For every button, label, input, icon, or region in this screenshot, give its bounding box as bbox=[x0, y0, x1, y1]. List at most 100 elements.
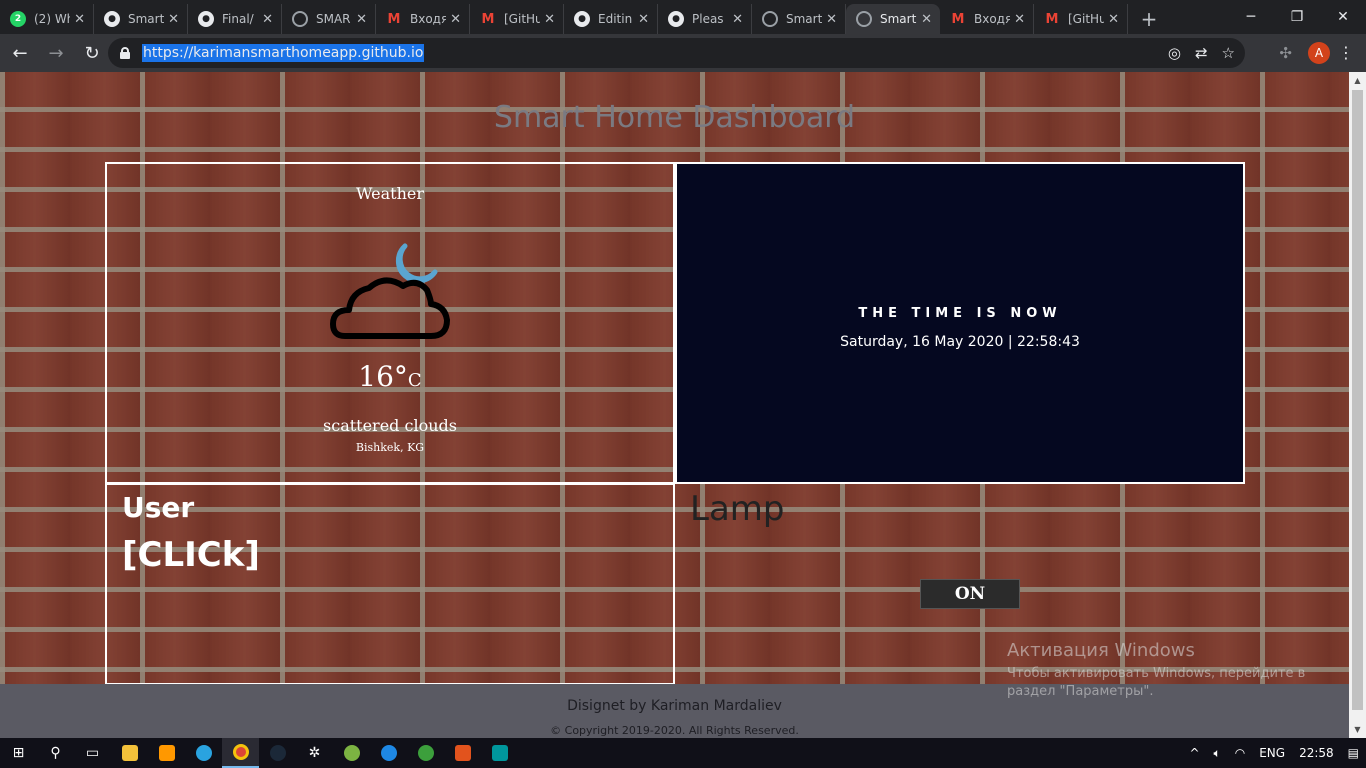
tab-title: Editin bbox=[598, 12, 633, 26]
utorrent-icon[interactable] bbox=[333, 738, 370, 768]
tab-smart-2[interactable]: Smart ✕ bbox=[752, 4, 846, 34]
weather-panel: Weather 16°C scattered clouds Bishkek, K… bbox=[105, 162, 675, 484]
bookmark-star-icon[interactable]: ☆ bbox=[1222, 44, 1235, 62]
close-icon[interactable]: ✕ bbox=[1108, 12, 1119, 27]
tab-gmail-github-2[interactable]: M [GitHu ✕ bbox=[1034, 4, 1128, 34]
tab-smart-active[interactable]: Smart ✕ bbox=[846, 4, 940, 34]
taskbar: ⊞ ⚲ ▭ ✲ ^ 🔈︎ ◠ ENG 22:58 ▤ bbox=[0, 738, 1366, 768]
notifications-icon[interactable]: ▤ bbox=[1341, 746, 1366, 760]
wifi-icon[interactable]: ◠ bbox=[1228, 746, 1252, 760]
user-click-link[interactable]: [CLICk] bbox=[122, 535, 260, 575]
search-icon[interactable]: ⚲ bbox=[37, 738, 74, 768]
tab-title: Pleas bbox=[692, 12, 724, 26]
tab-github-editing[interactable]: ● Editin ✕ bbox=[564, 4, 658, 34]
volume-icon[interactable]: 🔈︎ bbox=[1207, 746, 1228, 761]
url-text[interactable]: https://karimansmarthomeapp.github.io bbox=[142, 44, 425, 62]
user-panel: User [CLICk] bbox=[105, 483, 675, 685]
tab-title: [GitHu bbox=[504, 12, 541, 26]
language-indicator[interactable]: ENG bbox=[1252, 746, 1292, 760]
close-icon[interactable]: ✕ bbox=[921, 12, 932, 27]
steam-icon[interactable] bbox=[259, 738, 296, 768]
close-icon[interactable]: ✕ bbox=[826, 12, 837, 27]
task-view-icon[interactable]: ▭ bbox=[74, 738, 111, 768]
tab-smar[interactable]: SMAR ✕ bbox=[282, 4, 376, 34]
forward-button[interactable]: → bbox=[40, 37, 72, 69]
tab-title: Smart bbox=[786, 12, 823, 26]
activation-title: Активация Windows bbox=[1007, 640, 1195, 661]
avatar[interactable]: A bbox=[1308, 42, 1330, 64]
weather-location: Bishkek, KG bbox=[355, 441, 425, 454]
chevron-up-icon[interactable]: ^ bbox=[1182, 746, 1206, 760]
close-icon[interactable]: ✕ bbox=[1014, 12, 1025, 27]
globe-icon bbox=[856, 11, 872, 27]
new-tab-button[interactable]: + bbox=[1134, 4, 1164, 34]
office-icon[interactable] bbox=[444, 738, 481, 768]
tab-github-smart[interactable]: ● Smart ✕ bbox=[94, 4, 188, 34]
weather-label: Weather bbox=[356, 184, 424, 203]
gmail-icon: M bbox=[387, 11, 401, 27]
reload-button[interactable]: ↻ bbox=[76, 37, 108, 69]
clock-time[interactable]: 22:58 bbox=[1292, 746, 1341, 760]
close-window-icon[interactable]: ✕ bbox=[1320, 0, 1366, 34]
lock-icon[interactable] bbox=[120, 47, 130, 59]
vertical-scrollbar[interactable]: ▲ ▼ bbox=[1349, 72, 1366, 738]
page-viewport: Smart Home Dashboard Weather 16°C scatte… bbox=[0, 72, 1349, 738]
tab-gmail-inbox-2[interactable]: M Входя ✕ bbox=[940, 4, 1034, 34]
windows-start-icon[interactable]: ⊞ bbox=[0, 738, 37, 768]
restore-icon[interactable]: ❐ bbox=[1274, 0, 1320, 34]
translate-icon[interactable]: ⇄ bbox=[1195, 44, 1208, 62]
minimize-icon[interactable]: ─ bbox=[1228, 0, 1274, 34]
tab-github-please[interactable]: ● Pleas ✕ bbox=[658, 4, 752, 34]
temperature-unit: C bbox=[407, 370, 422, 391]
whatsapp-icon: 2 bbox=[10, 11, 26, 27]
menu-icon[interactable]: ⋮ bbox=[1338, 43, 1354, 62]
tab-title: [GitHu bbox=[1068, 12, 1105, 26]
tab-title: Final/ bbox=[222, 12, 254, 26]
tab-whatsapp[interactable]: 2 (2) Wh ✕ bbox=[0, 4, 94, 34]
windows-activation-watermark: Активация Windows Чтобы активировать Win… bbox=[1007, 640, 1327, 701]
close-icon[interactable]: ✕ bbox=[168, 12, 179, 27]
toolbar-right: ✣ A bbox=[1279, 34, 1330, 72]
arduino-icon[interactable] bbox=[481, 738, 518, 768]
location-icon[interactable]: ◎ bbox=[1168, 44, 1181, 62]
user-title: User bbox=[122, 491, 195, 524]
tab-gmail-inbox[interactable]: M Входя ✕ bbox=[376, 4, 470, 34]
gmail-icon: M bbox=[1045, 11, 1059, 27]
tab-gmail-github[interactable]: M [GitHu ✕ bbox=[470, 4, 564, 34]
close-icon[interactable]: ✕ bbox=[74, 12, 85, 27]
close-icon[interactable]: ✕ bbox=[544, 12, 555, 27]
tab-github-final[interactable]: ● Final/ ✕ bbox=[188, 4, 282, 34]
telegram-icon[interactable] bbox=[185, 738, 222, 768]
clock-datetime: Saturday, 16 May 2020 | 22:58:43 bbox=[840, 334, 1080, 350]
file-explorer-icon[interactable] bbox=[111, 738, 148, 768]
scroll-thumb[interactable] bbox=[1352, 90, 1363, 710]
lamp-toggle-button[interactable]: ON bbox=[920, 579, 1020, 609]
extension-icon[interactable]: ✣ bbox=[1279, 44, 1292, 62]
weather-temperature: 16°C bbox=[107, 360, 673, 393]
github-icon: ● bbox=[198, 11, 214, 27]
sublime-text-icon[interactable] bbox=[148, 738, 185, 768]
tab-title: Входя bbox=[974, 12, 1011, 26]
xbox-icon[interactable] bbox=[407, 738, 444, 768]
back-button[interactable]: ← bbox=[4, 37, 36, 69]
network-tool-icon[interactable]: ✲ bbox=[296, 738, 333, 768]
page-title: Smart Home Dashboard bbox=[493, 100, 856, 135]
clock-label: THE TIME IS NOW bbox=[858, 306, 1062, 321]
scroll-down-icon[interactable]: ▼ bbox=[1349, 721, 1366, 738]
edge-icon[interactable] bbox=[370, 738, 407, 768]
tab-title: Входя bbox=[410, 12, 447, 26]
chrome-icon[interactable] bbox=[222, 738, 259, 768]
close-icon[interactable]: ✕ bbox=[356, 12, 367, 27]
close-icon[interactable]: ✕ bbox=[732, 12, 743, 27]
tab-title: Smart bbox=[880, 12, 917, 26]
close-icon[interactable]: ✕ bbox=[450, 12, 461, 27]
scroll-up-icon[interactable]: ▲ bbox=[1349, 72, 1366, 89]
temperature-value: 16° bbox=[358, 360, 408, 393]
close-icon[interactable]: ✕ bbox=[638, 12, 649, 27]
github-icon: ● bbox=[574, 11, 590, 27]
close-icon[interactable]: ✕ bbox=[262, 12, 273, 27]
address-bar[interactable]: https://karimansmarthomeapp.github.io ◎ … bbox=[108, 38, 1245, 68]
footer-copyright: © Copyright 2019-2020. All Rights Reserv… bbox=[550, 724, 799, 737]
lamp-title: Lamp bbox=[690, 489, 785, 529]
gmail-icon: M bbox=[951, 11, 965, 27]
